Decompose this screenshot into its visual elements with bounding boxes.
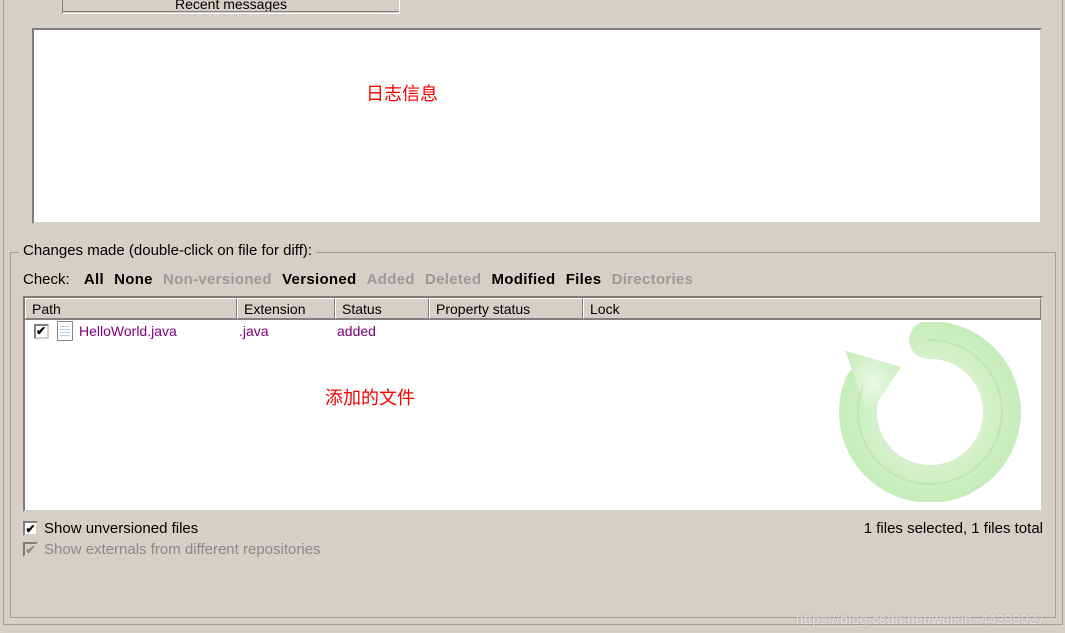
show-externals-option: ✔ Show externals from different reposito… xyxy=(23,541,321,558)
filter-row: Check: All None Non-versioned Versioned … xyxy=(23,271,1043,288)
changes-list[interactable]: Path Extension Status Property status Lo… xyxy=(23,296,1043,512)
annotation-log-info: 日志信息 xyxy=(366,80,438,106)
changes-group: Changes made (double-click on file for d… xyxy=(10,252,1056,618)
filter-deleted: Deleted xyxy=(425,271,481,288)
watermark: https://blog.csdn.net/weixin_44299027 xyxy=(796,611,1045,627)
changes-legend: Changes made (double-click on file for d… xyxy=(19,242,316,259)
filter-none[interactable]: None xyxy=(114,271,153,288)
col-extension[interactable]: Extension xyxy=(237,298,335,319)
filter-directories: Directories xyxy=(612,271,694,288)
file-icon xyxy=(57,321,73,341)
filter-non-versioned: Non-versioned xyxy=(163,271,272,288)
table-row[interactable]: ✔ HelloWorld.java .java added xyxy=(25,320,1041,342)
annotation-added-file: 添加的文件 xyxy=(325,384,415,410)
filter-added: Added xyxy=(367,271,415,288)
recent-messages-button[interactable]: Recent messages xyxy=(62,0,400,14)
row-path: HelloWorld.java xyxy=(79,323,239,339)
show-externals-checkbox: ✔ xyxy=(23,542,38,557)
list-header: Path Extension Status Property status Lo… xyxy=(25,298,1041,320)
selection-status: 1 files selected, 1 files total xyxy=(864,520,1043,537)
col-status[interactable]: Status xyxy=(335,298,429,319)
col-path[interactable]: Path xyxy=(25,298,237,319)
log-message-textarea[interactable]: 日志信息 xyxy=(32,28,1042,224)
show-unversioned-label: Show unversioned files xyxy=(44,520,198,537)
filter-files[interactable]: Files xyxy=(566,271,602,288)
col-property-status[interactable]: Property status xyxy=(429,298,583,319)
row-status: added xyxy=(337,323,431,339)
show-unversioned-option[interactable]: ✔ Show unversioned files xyxy=(23,520,321,537)
show-externals-label: Show externals from different repositori… xyxy=(44,541,321,558)
filter-modified[interactable]: Modified xyxy=(491,271,555,288)
col-lock[interactable]: Lock xyxy=(583,298,1041,319)
filter-all[interactable]: All xyxy=(84,271,104,288)
row-extension: .java xyxy=(239,323,337,339)
refresh-arrow-icon xyxy=(833,322,1023,502)
row-checkbox[interactable]: ✔ xyxy=(34,324,49,339)
check-label: Check: xyxy=(23,271,70,288)
show-unversioned-checkbox[interactable]: ✔ xyxy=(23,521,38,536)
message-group: Recent messages 日志信息 xyxy=(4,0,1062,244)
filter-versioned[interactable]: Versioned xyxy=(282,271,356,288)
